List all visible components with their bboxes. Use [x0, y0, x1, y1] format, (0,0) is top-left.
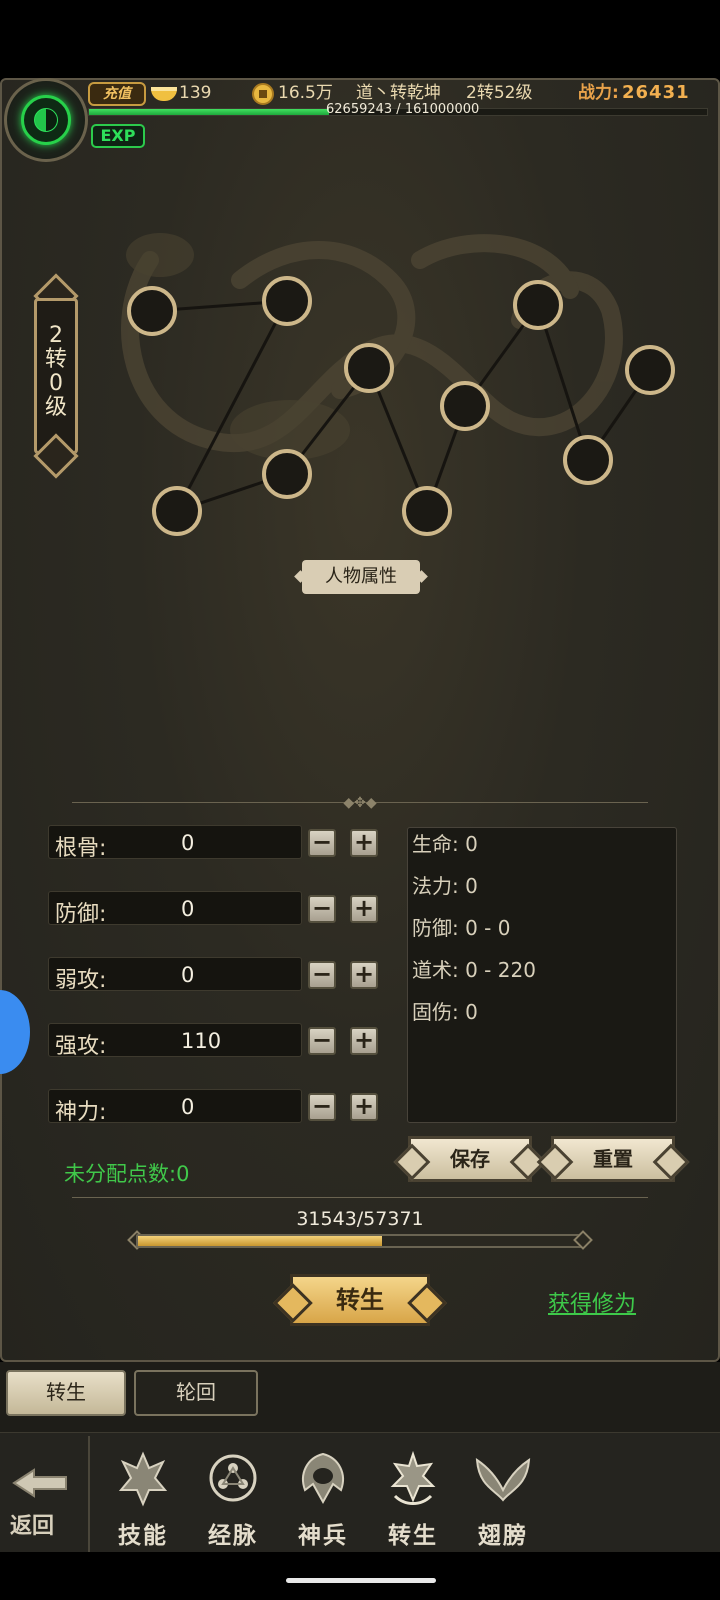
- tab-rebirth[interactable]: 转生: [6, 1370, 126, 1416]
- stat-value: 0: [181, 1095, 195, 1119]
- plus-button[interactable]: +: [350, 829, 378, 857]
- stat-label: 神力:: [55, 1100, 107, 1125]
- meridian-node[interactable]: [262, 276, 312, 326]
- stat-label: 防御:: [55, 902, 107, 927]
- nav-label: 神兵: [298, 1522, 348, 1549]
- minus-button[interactable]: −: [308, 1093, 336, 1121]
- stat-label: 强攻:: [55, 1034, 107, 1059]
- exp-badge: EXP: [91, 124, 145, 148]
- minus-button[interactable]: −: [308, 961, 336, 989]
- stat-row-weak-attack: 弱攻: 0 − +: [48, 957, 386, 993]
- weapon-icon: [302, 1452, 344, 1505]
- meridian-node[interactable]: [152, 486, 202, 536]
- stat-value: 110: [181, 1029, 222, 1053]
- stat-box: 根骨: 0: [48, 825, 302, 861]
- exp-text: 62659243 / 161000000: [326, 102, 480, 117]
- nav-item-wings[interactable]: 翅膀: [463, 1450, 543, 1550]
- nav-separator: [88, 1436, 90, 1552]
- plus-button[interactable]: +: [350, 1027, 378, 1055]
- player-avatar[interactable]: [4, 78, 88, 162]
- stat-value: 0: [181, 897, 195, 921]
- attributes-title: 人物属性: [302, 560, 420, 594]
- stat-box: 强攻: 110: [48, 1023, 302, 1059]
- meridian-node[interactable]: [402, 486, 452, 536]
- nav-label: 转生: [388, 1522, 438, 1549]
- system-nav-area: [0, 1552, 720, 1600]
- result-hp: 生命: 0: [412, 832, 478, 856]
- meridian-node[interactable]: [440, 381, 490, 431]
- minus-button[interactable]: −: [308, 895, 336, 923]
- save-button[interactable]: 保存: [408, 1136, 532, 1182]
- minus-button[interactable]: −: [308, 1027, 336, 1055]
- plus-button[interactable]: +: [350, 1093, 378, 1121]
- wings-icon: [475, 1458, 531, 1502]
- stat-box: 防御: 0: [48, 891, 302, 927]
- plus-button[interactable]: +: [350, 895, 378, 923]
- divider-ornament: ◆✥◆: [343, 795, 377, 811]
- meridian-node[interactable]: [262, 449, 312, 499]
- nav-label: 技能: [118, 1522, 168, 1549]
- stat-row-strong-attack: 强攻: 110 − +: [48, 1023, 386, 1059]
- stat-box: 弱攻: 0: [48, 957, 302, 993]
- rebirth-progress-text: 31543/57371: [296, 1208, 424, 1230]
- stat-label: 根骨:: [55, 836, 107, 861]
- result-mp: 法力: 0: [412, 874, 478, 898]
- meridian-icon: [209, 1454, 257, 1502]
- rebirth-button[interactable]: 转生: [290, 1274, 430, 1326]
- result-defense: 防御: 0 - 0: [412, 916, 511, 940]
- meridian-node[interactable]: [344, 343, 394, 393]
- stat-row-defense: 防御: 0 − +: [48, 891, 386, 927]
- meridian-node[interactable]: [563, 435, 613, 485]
- stat-value: 0: [181, 963, 195, 987]
- minus-button[interactable]: −: [308, 829, 336, 857]
- gain-cultivation-link[interactable]: 获得修为: [548, 1286, 636, 1318]
- avatar-ring: [21, 95, 71, 145]
- rebirth-progress-fill: [138, 1236, 383, 1246]
- stat-row-constitution: 根骨: 0 − +: [48, 825, 386, 861]
- nav-item-skills[interactable]: 技能: [103, 1450, 183, 1550]
- nav-label: 经脉: [208, 1522, 258, 1549]
- nav-item-rebirth[interactable]: 转生: [373, 1450, 453, 1550]
- back-arrow-icon: [12, 1468, 67, 1498]
- plus-button[interactable]: +: [350, 961, 378, 989]
- tab-reincarnation[interactable]: 轮回: [134, 1370, 258, 1416]
- result-fixed-damage: 固伤: 0: [412, 1000, 478, 1024]
- attribute-result-box: 生命: 0 法力: 0 防御: 0 - 0 道术: 0 - 220 固伤: 0: [407, 827, 677, 1123]
- stat-box: 神力: 0: [48, 1089, 302, 1125]
- stat-label: 弱攻:: [55, 968, 107, 993]
- back-label: 返回: [10, 1513, 55, 1539]
- yin-yang-icon: [34, 108, 58, 132]
- stat-row-divine-power: 神力: 0 − +: [48, 1089, 386, 1125]
- rebirth-icon: [390, 1450, 436, 1505]
- meridian-node[interactable]: [127, 286, 177, 336]
- reset-button[interactable]: 重置: [551, 1136, 675, 1182]
- nav-item-divine-weapon[interactable]: 神兵: [283, 1450, 363, 1550]
- meridian-node[interactable]: [513, 280, 563, 330]
- result-taoism: 道术: 0 - 220: [412, 958, 536, 982]
- meridian-node[interactable]: [625, 345, 675, 395]
- unassigned-points: 未分配点数:0: [64, 1162, 190, 1186]
- back-button[interactable]: 返回: [4, 1460, 84, 1552]
- divider-bottom: [72, 1197, 648, 1198]
- nav-label: 翅膀: [478, 1522, 528, 1549]
- skill-icon: [118, 1451, 168, 1507]
- home-indicator[interactable]: [286, 1578, 436, 1583]
- nav-item-meridian[interactable]: 经脉: [193, 1450, 273, 1550]
- stat-value: 0: [181, 831, 195, 855]
- rebirth-progress-bar: [136, 1234, 584, 1248]
- meridian-node-graph: [127, 276, 675, 536]
